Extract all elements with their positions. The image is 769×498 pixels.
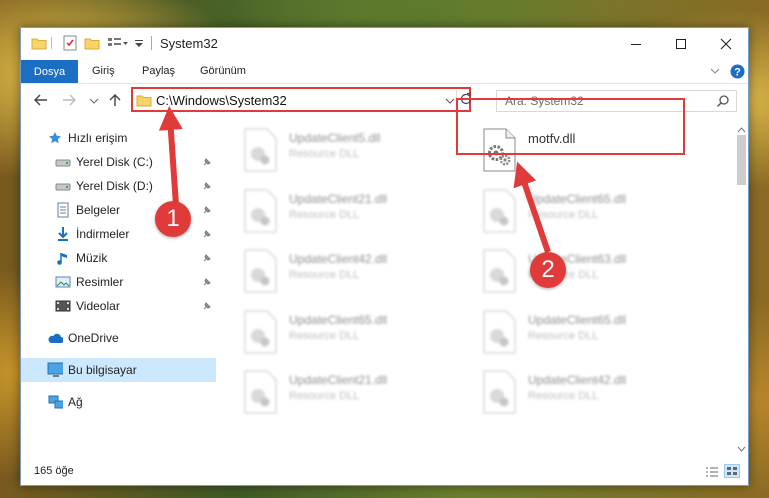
arrow-to-file — [513, 161, 551, 253]
annotation-arrows — [158, 106, 551, 253]
step-1-badge: 1 — [155, 201, 191, 237]
arrow-to-address — [158, 106, 183, 206]
step-2-badge: 2 — [530, 252, 566, 288]
